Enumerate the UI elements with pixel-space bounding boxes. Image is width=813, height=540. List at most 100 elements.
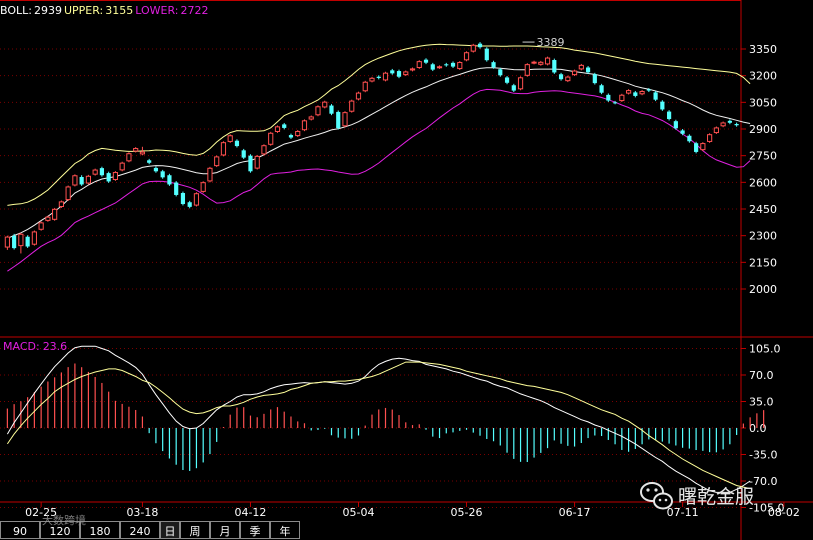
- candle-body: [119, 162, 125, 171]
- candle-up: [517, 76, 524, 91]
- tab-180[interactable]: 180: [80, 521, 120, 539]
- ghost-watermark-text: 大数跨境: [42, 513, 86, 527]
- candle-up: [470, 43, 476, 53]
- candle-down: [329, 104, 334, 116]
- candle-body: [85, 175, 91, 184]
- tab-240[interactable]: 240: [120, 521, 160, 539]
- tab-label[interactable]: 年: [280, 524, 291, 538]
- tab-90[interactable]: 90: [0, 521, 40, 539]
- candle-down: [727, 119, 732, 125]
- tab-label[interactable]: 240: [130, 525, 151, 538]
- candle-up: [578, 63, 584, 71]
- date-tick-label: 03-18: [126, 506, 158, 519]
- candle-body: [544, 57, 551, 65]
- candle-body: [92, 169, 98, 175]
- candle-up: [227, 134, 233, 143]
- candle-body: [694, 143, 699, 152]
- candle-body: [268, 132, 274, 145]
- tab-label[interactable]: 日: [165, 525, 176, 538]
- candle-body: [619, 94, 625, 102]
- tab-label[interactable]: 月: [220, 525, 231, 538]
- boll-upper-line: [7, 43, 751, 206]
- tab-年[interactable]: 年: [270, 521, 300, 539]
- candle-body: [524, 64, 530, 76]
- candle-body: [106, 173, 111, 182]
- candle-up: [544, 56, 551, 66]
- boll-label: BOLL:: [0, 4, 32, 17]
- candle-body: [153, 167, 159, 172]
- candle-body: [531, 61, 537, 64]
- candle-body: [713, 127, 719, 134]
- candle-body: [430, 64, 435, 70]
- tab-日[interactable]: 日: [160, 521, 180, 539]
- candle-up: [92, 168, 98, 176]
- date-tick-label: 05-26: [451, 506, 483, 519]
- candle-body: [390, 70, 395, 74]
- candle-down: [599, 83, 604, 95]
- candle-down: [282, 122, 287, 130]
- tab-月[interactable]: 月: [210, 521, 240, 539]
- price-tick-label: 2600: [749, 176, 777, 189]
- tab-label[interactable]: 180: [90, 525, 111, 538]
- candle-down: [633, 90, 638, 98]
- candle-body: [673, 121, 678, 129]
- candle-body: [484, 48, 489, 61]
- chart-canvas: 2000 2150 2300 2450 2600 2750 2900 3050 3200 3350…: [0, 0, 813, 540]
- candle-body: [504, 77, 510, 83]
- candle-up: [619, 93, 625, 102]
- candle-up: [126, 152, 132, 163]
- candle-body: [112, 172, 119, 180]
- candle-body: [436, 66, 443, 69]
- candle-body: [403, 71, 409, 76]
- candle-body: [450, 62, 456, 67]
- candle-up: [261, 144, 267, 156]
- tab-label[interactable]: 90: [13, 525, 27, 538]
- candle-body: [396, 71, 402, 77]
- candle-body: [734, 124, 739, 126]
- candle-body: [342, 112, 348, 127]
- upper-label: UPPER:: [64, 4, 103, 17]
- wechat-logo-icon: [640, 482, 673, 510]
- candle-body: [31, 231, 37, 245]
- candle-up: [531, 60, 537, 65]
- candle-body: [45, 216, 51, 221]
- tab-季[interactable]: 季: [240, 521, 270, 539]
- boll-lower-line: [7, 88, 751, 272]
- candle-down: [687, 134, 692, 143]
- candle-down: [511, 83, 516, 93]
- macd-header: MACD: 23.6: [3, 340, 67, 353]
- candle-body: [585, 67, 591, 73]
- candle-up: [342, 111, 348, 128]
- candle-body: [234, 140, 240, 147]
- candle-body: [147, 160, 152, 163]
- candle-body: [376, 76, 381, 78]
- candle-body: [552, 60, 557, 73]
- candle-body: [633, 92, 638, 96]
- tab-label[interactable]: 季: [250, 525, 261, 538]
- tab-周[interactable]: 周: [180, 521, 210, 539]
- candle-body: [470, 44, 476, 52]
- candle-down: [477, 42, 483, 49]
- candle-body: [174, 182, 179, 195]
- candle-down: [160, 169, 165, 179]
- candle-up: [355, 91, 362, 101]
- candle-body: [261, 145, 267, 155]
- candle-up: [308, 115, 314, 121]
- candle-body: [416, 61, 422, 68]
- candle-body: [282, 124, 287, 128]
- candle-body: [349, 100, 355, 112]
- candle-up: [349, 99, 355, 113]
- candle-body: [315, 106, 321, 116]
- price-gridlines: [0, 48, 741, 290]
- candle-down: [660, 100, 665, 111]
- lower-label: LOWER:: [135, 4, 178, 17]
- candle-down: [147, 158, 152, 165]
- candle-up: [315, 105, 321, 117]
- macd-gridlines: [0, 348, 741, 508]
- candle-body: [565, 76, 571, 82]
- candle-up: [457, 61, 463, 70]
- candle-down: [180, 191, 186, 206]
- date-tick-label: 08-02: [768, 506, 800, 519]
- price-tick-label: 2150: [749, 256, 777, 269]
- tab-label[interactable]: 周: [190, 525, 201, 538]
